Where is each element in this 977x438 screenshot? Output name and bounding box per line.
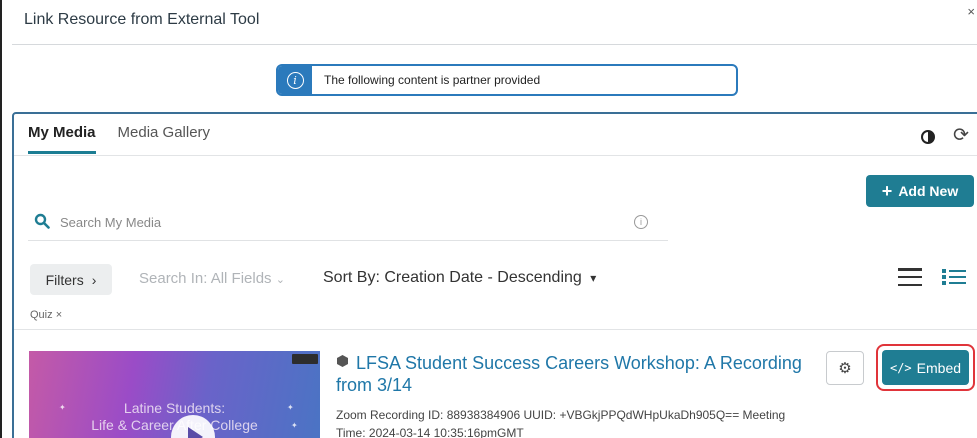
media-entry-description: Zoom Recording ID: 88938384906 UUID: +VB… xyxy=(336,408,786,438)
gear-icon: ⚙ xyxy=(838,360,852,377)
partner-notice: i The following content is partner provi… xyxy=(276,64,738,96)
chevron-right-icon: › xyxy=(91,271,97,288)
window-left-border xyxy=(0,0,2,438)
refresh-icon[interactable]: ⟳ xyxy=(953,124,969,147)
plus-icon: + xyxy=(881,181,893,201)
notice-icon-box: i xyxy=(278,66,312,94)
chevron-down-icon: ⌄ xyxy=(275,274,285,286)
close-icon[interactable]: × xyxy=(967,4,975,19)
dialog-title: Link Resource from External Tool xyxy=(24,11,260,28)
contrast-icon[interactable] xyxy=(921,130,935,144)
filters-button[interactable]: Filters › xyxy=(30,264,112,295)
add-new-label: Add New xyxy=(898,183,959,199)
row-divider xyxy=(14,329,977,330)
embed-label: Embed xyxy=(916,359,962,376)
code-icon: </> xyxy=(889,360,912,375)
search-icon xyxy=(34,213,50,229)
search-in-dropdown[interactable]: Search In: All Fields ⌄ xyxy=(139,270,285,287)
top-strip xyxy=(0,0,977,6)
entry-settings-button[interactable]: ⚙ xyxy=(826,351,864,385)
header-divider xyxy=(12,44,977,45)
add-new-button[interactable]: + Add New xyxy=(866,175,974,207)
notice-text: The following content is partner provide… xyxy=(324,73,541,87)
list-view-icon[interactable] xyxy=(898,268,922,286)
sort-by-dropdown[interactable]: Sort By: Creation Date - Descending ▾ xyxy=(323,269,596,287)
chevron-down-icon: ▾ xyxy=(590,271,597,285)
search-in-label: Search In: All Fields xyxy=(139,270,272,287)
tab-media-gallery[interactable]: Media Gallery xyxy=(118,124,211,154)
search-input[interactable] xyxy=(60,210,620,234)
search-info-icon[interactable]: i xyxy=(634,215,648,229)
screenshot-root: × Link Resource from External Tool i The… xyxy=(0,0,977,438)
filter-chip-label: Quiz xyxy=(30,309,53,321)
info-icon: i xyxy=(286,71,304,89)
filter-chip-quiz[interactable]: Quiz × xyxy=(30,309,62,321)
tabs-divider xyxy=(14,155,977,156)
media-thumbnail[interactable]: ✦ ✦ ✦ Latine Students: Life & Career Aft… xyxy=(29,351,320,438)
media-entry-title[interactable]: LFSA Student Success Careers Workshop: A… xyxy=(336,352,806,396)
detailed-view-icon[interactable] xyxy=(942,268,966,286)
filters-label: Filters xyxy=(45,271,84,288)
video-window-overlay xyxy=(292,354,318,364)
sort-by-label: Sort By: Creation Date - Descending xyxy=(323,269,582,286)
remove-filter-icon[interactable]: × xyxy=(56,309,62,321)
tab-my-media[interactable]: My Media xyxy=(28,124,96,154)
thumbnail-text-line1: Latine Students: xyxy=(123,400,226,416)
media-tabs: My Media Media Gallery xyxy=(28,124,210,154)
embed-button[interactable]: </> Embed xyxy=(882,350,969,385)
search-underline xyxy=(28,240,668,241)
